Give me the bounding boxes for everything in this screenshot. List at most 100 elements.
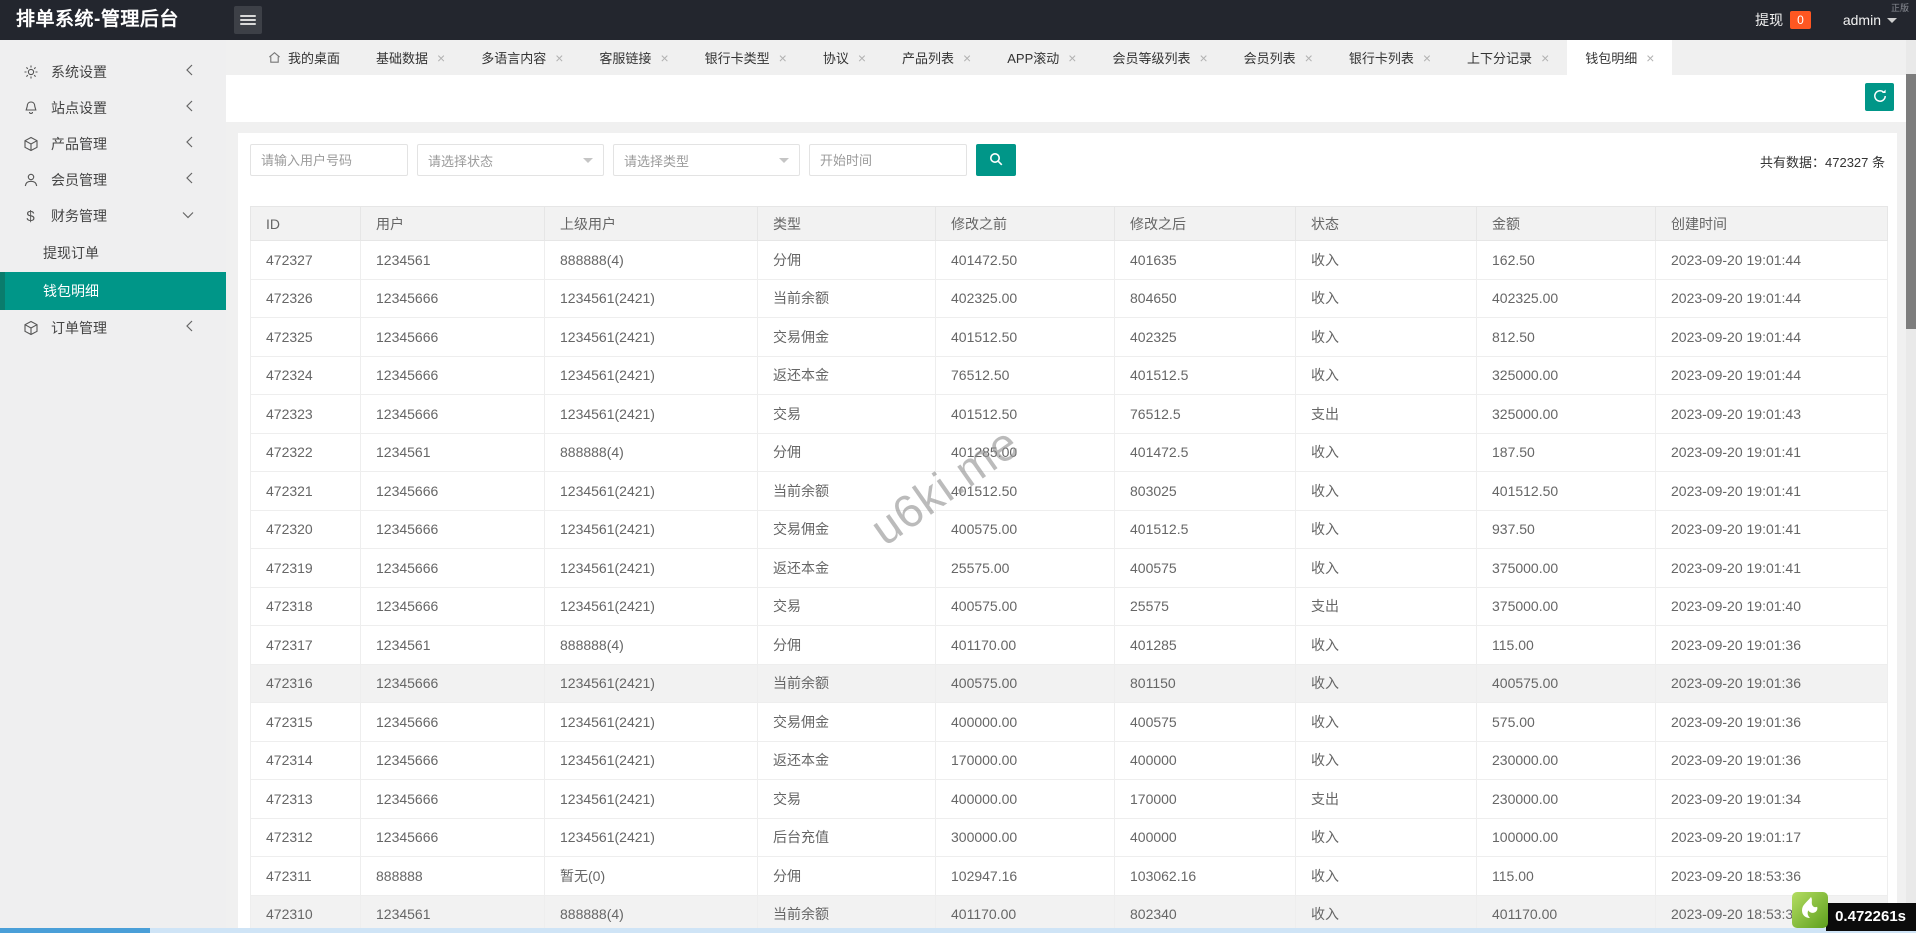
cell-id: 472325 (251, 318, 361, 357)
table-row: 472323 12345666 1234561(2421) 交易 401512.… (251, 395, 1888, 434)
menu-toggle-button[interactable] (234, 6, 262, 34)
tab[interactable]: 银行卡列表 × (1331, 40, 1449, 75)
cell-status: 支出 (1296, 395, 1477, 434)
cell-created: 2023-09-20 19:01:36 (1656, 741, 1888, 780)
cell-created: 2023-09-20 19:01:44 (1656, 318, 1888, 357)
tab-label: 上下分记录 (1467, 48, 1532, 67)
debug-toolbar[interactable]: 0.472261s (1792, 890, 1916, 931)
sidebar-item-label: 站点设置 (51, 98, 107, 118)
tab[interactable]: APP滚动 × (989, 40, 1094, 75)
close-icon[interactable]: × (1423, 51, 1431, 65)
start-time-input[interactable] (809, 144, 967, 176)
tab[interactable]: 客服链接 × (581, 40, 686, 75)
cell-before: 401170.00 (936, 626, 1115, 665)
withdraw-badge: 0 (1790, 11, 1811, 29)
horizontal-scrollbar-thumb[interactable] (0, 928, 150, 933)
close-icon[interactable]: × (1199, 51, 1207, 65)
tab[interactable]: 我的桌面 (250, 40, 358, 75)
sidebar-item-wallet-details[interactable]: 钱包明细 (0, 272, 226, 310)
type-select[interactable]: 请选择类型 (613, 144, 800, 176)
cell-id: 472316 (251, 664, 361, 703)
user-number-input[interactable] (250, 144, 408, 176)
top-header: 排单系统-管理后台 正版 提现 0 admin (0, 0, 1916, 40)
sidebar-item-finance[interactable]: $ 财务管理 (0, 198, 226, 234)
close-icon[interactable]: × (555, 51, 563, 65)
cell-status: 收入 (1296, 857, 1477, 896)
cell-after: 401472.5 (1115, 433, 1296, 472)
tab[interactable]: 多语言内容 × (463, 40, 581, 75)
cell-after: 400575 (1115, 703, 1296, 742)
cell-status: 收入 (1296, 549, 1477, 588)
col-header-id: ID (251, 207, 361, 241)
cell-type: 当前余额 (758, 279, 936, 318)
cell-created: 2023-09-20 19:01:36 (1656, 626, 1888, 665)
cell-id: 472323 (251, 395, 361, 434)
horizontal-scrollbar[interactable] (0, 928, 1916, 933)
cell-type: 返还本金 (758, 549, 936, 588)
cell-user: 12345666 (361, 664, 545, 703)
cube-icon (22, 136, 39, 153)
close-icon[interactable]: × (963, 51, 971, 65)
filter-bar: 请选择状态 请选择类型 共有数据：472327 条 (250, 144, 1887, 176)
table-row: 472324 12345666 1234561(2421) 返还本金 76512… (251, 356, 1888, 395)
tab[interactable]: 上下分记录 × (1449, 40, 1567, 75)
cell-amount: 230000.00 (1477, 741, 1656, 780)
cell-user: 12345666 (361, 549, 545, 588)
cell-before: 401285.00 (936, 433, 1115, 472)
sidebar-item-site-settings[interactable]: 站点设置 (0, 90, 226, 126)
cell-parent: 1234561(2421) (545, 356, 758, 395)
cell-parent: 1234561(2421) (545, 818, 758, 857)
close-icon[interactable]: × (1068, 51, 1076, 65)
thinkphp-logo-icon[interactable] (1792, 892, 1828, 933)
sidebar-item-members[interactable]: 会员管理 (0, 162, 226, 198)
cell-status: 收入 (1296, 510, 1477, 549)
tab-label: 银行卡类型 (705, 48, 770, 67)
sidebar-item-system-settings[interactable]: 系统设置 (0, 54, 226, 90)
close-icon[interactable]: × (779, 51, 787, 65)
cell-after: 801150 (1115, 664, 1296, 703)
tab-label: 银行卡列表 (1349, 48, 1414, 67)
tab[interactable]: 产品列表 × (884, 40, 989, 75)
status-select[interactable]: 请选择状态 (417, 144, 604, 176)
close-icon[interactable]: × (437, 51, 445, 65)
vertical-scrollbar[interactable] (1906, 40, 1916, 928)
cell-amount: 325000.00 (1477, 356, 1656, 395)
sidebar: 系统设置 站点设置 产品管理 会员管理 $ 财务管理 (0, 40, 226, 933)
cell-id: 472314 (251, 741, 361, 780)
close-icon[interactable]: × (1646, 51, 1654, 65)
tab[interactable]: 银行卡类型 × (687, 40, 805, 75)
table-row: 472313 12345666 1234561(2421) 交易 400000.… (251, 780, 1888, 819)
sidebar-item-orders[interactable]: 订单管理 (0, 310, 226, 346)
cell-created: 2023-09-20 19:01:41 (1656, 549, 1888, 588)
home-icon (268, 51, 281, 64)
vertical-scrollbar-thumb[interactable] (1906, 74, 1916, 329)
cell-id: 472327 (251, 241, 361, 280)
close-icon[interactable]: × (1541, 51, 1549, 65)
refresh-button[interactable] (1865, 83, 1894, 111)
cell-user: 12345666 (361, 741, 545, 780)
content-card: 请选择状态 请选择类型 共有数据：472327 条 (238, 133, 1897, 933)
close-icon[interactable]: × (660, 51, 668, 65)
table-row: 472322 1234561 888888(4) 分佣 401285.00 40… (251, 433, 1888, 472)
close-icon[interactable]: × (1305, 51, 1313, 65)
user-menu[interactable]: admin (1843, 12, 1897, 28)
sidebar-item-products[interactable]: 产品管理 (0, 126, 226, 162)
cell-before: 401512.50 (936, 318, 1115, 357)
cell-amount: 400575.00 (1477, 664, 1656, 703)
cell-created: 2023-09-20 19:01:17 (1656, 818, 1888, 857)
search-button[interactable] (976, 144, 1016, 176)
tab[interactable]: 协议 × (805, 40, 884, 75)
withdraw-link[interactable]: 提现 0 (1755, 10, 1811, 30)
tab[interactable]: 会员列表 × (1226, 40, 1331, 75)
sidebar-item-withdraw-orders[interactable]: 提现订单 (0, 234, 226, 272)
tab[interactable]: 会员等级列表 × (1094, 40, 1225, 75)
tab-label: 我的桌面 (288, 48, 340, 67)
tab[interactable]: 钱包明细 × (1567, 40, 1672, 75)
cell-parent: 888888(4) (545, 433, 758, 472)
cell-type: 返还本金 (758, 741, 936, 780)
col-header-after: 修改之后 (1115, 207, 1296, 241)
close-icon[interactable]: × (858, 51, 866, 65)
chevron-down-icon (583, 158, 593, 163)
col-header-status: 状态 (1296, 207, 1477, 241)
tab[interactable]: 基础数据 × (358, 40, 463, 75)
